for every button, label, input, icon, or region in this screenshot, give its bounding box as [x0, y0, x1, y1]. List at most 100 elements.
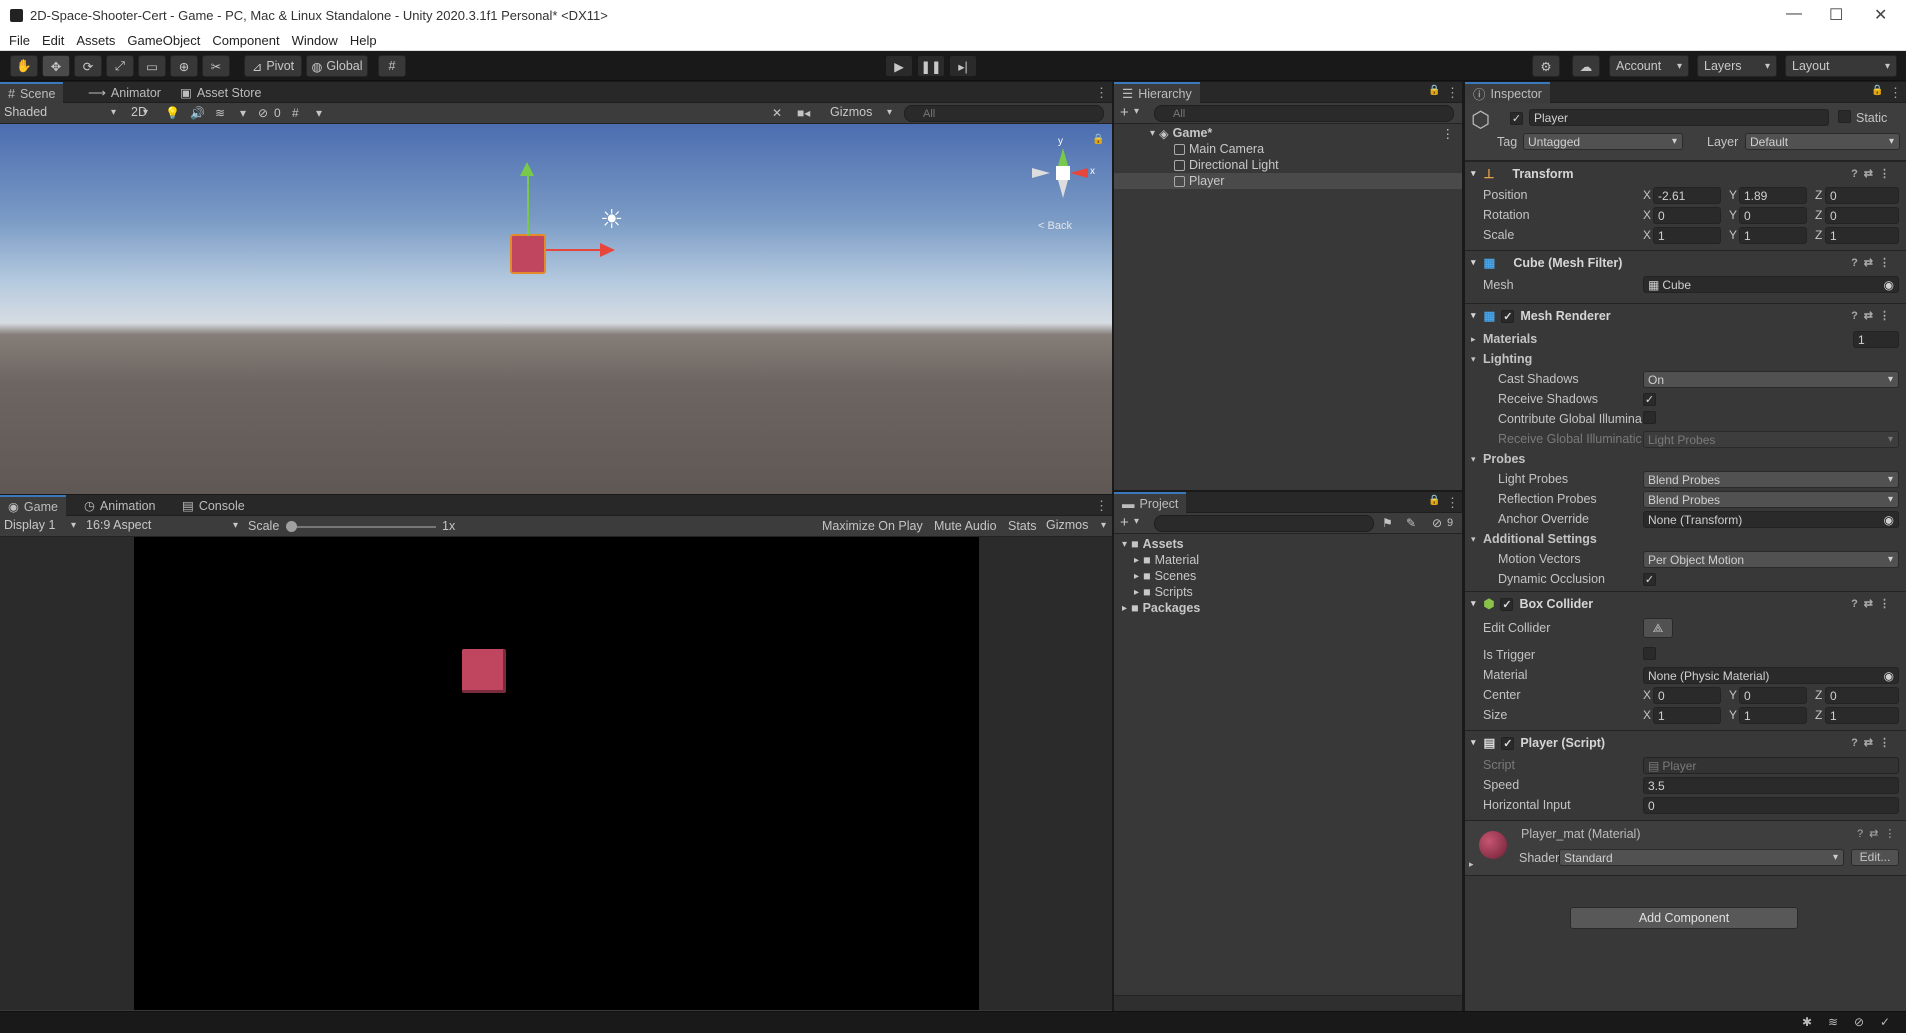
menu-component[interactable]: Component — [212, 33, 279, 48]
more-icon[interactable]: ⋮ — [1889, 85, 1902, 101]
probes-row[interactable]: ▾ Probes — [1465, 449, 1906, 469]
cast-shadows-dropdown[interactable]: On — [1643, 371, 1899, 388]
scale-tool-icon[interactable]: ⤢ — [106, 55, 134, 77]
back-label[interactable]: < Back — [1038, 220, 1072, 232]
edit-collider-button[interactable]: ⟁ — [1643, 618, 1673, 638]
scene-row[interactable]: ▾ ◈ Game* ⋮ — [1114, 125, 1462, 141]
x-arrow-icon[interactable] — [600, 243, 615, 257]
more-icon[interactable]: ⋮ — [1442, 126, 1455, 141]
tab-game[interactable]: ◉ Game — [0, 495, 66, 516]
speed-field[interactable]: 3.5 — [1643, 777, 1899, 794]
audio-icon[interactable]: 🔊 — [190, 106, 205, 120]
aspect-dropdown[interactable]: 16:9 Aspect — [82, 516, 242, 534]
menu-help[interactable]: Help — [350, 33, 377, 48]
enabled-checkbox[interactable]: ✓ — [1501, 309, 1515, 323]
layout-dropdown[interactable]: Layout ▾ — [1785, 55, 1897, 77]
expand-icon[interactable]: ▾ — [1471, 310, 1476, 321]
object-picker-icon[interactable]: ◉ — [1884, 669, 1894, 683]
receive-shadows-checkbox[interactable]: ✓ — [1643, 392, 1656, 406]
size-x-field[interactable]: 1 — [1653, 707, 1721, 724]
motion-vectors-dropdown[interactable]: Per Object Motion — [1643, 551, 1899, 568]
static-dropdown[interactable]: Static — [1856, 111, 1887, 125]
minimize-icon[interactable]: — — [1786, 5, 1802, 23]
materials-count-field[interactable]: 1 — [1853, 331, 1899, 348]
light-probes-dropdown[interactable]: Blend Probes — [1643, 471, 1899, 488]
tab-scene[interactable]: # Scene — [0, 82, 64, 103]
toggle-2d-button[interactable]: 2D — [128, 103, 152, 121]
grid-toggle-icon[interactable]: # — [292, 106, 299, 120]
shading-dropdown[interactable]: Shaded — [0, 103, 120, 121]
more-icon[interactable]: ⋮ — [1446, 495, 1459, 511]
game-viewport[interactable] — [0, 537, 1112, 1010]
collider-material-field[interactable]: None (Physic Material) ◉ — [1643, 667, 1899, 684]
rotation-y-field[interactable]: 0 — [1739, 207, 1807, 224]
tab-console[interactable]: ▤ Console — [174, 495, 253, 516]
mesh-filter-header[interactable]: ▾ ▦ Cube (Mesh Filter) ?⇄⋮ — [1465, 250, 1906, 274]
more-icon[interactable]: ⋮ — [1095, 85, 1108, 101]
pause-button[interactable]: ❚❚ — [917, 55, 945, 77]
active-checkbox[interactable]: ✓ — [1510, 110, 1523, 125]
box-collider-header[interactable]: ▾ ⬢ ✓ Box Collider ?⇄⋮ — [1465, 591, 1906, 615]
scene-orientation-gizmo[interactable]: y x — [1028, 136, 1098, 208]
account-dropdown[interactable]: Account ▾ — [1609, 55, 1689, 77]
mesh-field[interactable]: ▦ Cube ◉ — [1643, 276, 1899, 293]
hierarchy-search-input[interactable]: All — [1154, 105, 1454, 122]
rect-tool-icon[interactable]: ▭ — [138, 55, 166, 77]
lock-icon[interactable]: 🔒 — [1428, 85, 1440, 96]
y-axis-handle[interactable] — [527, 172, 529, 236]
add-component-button[interactable]: Add Component — [1570, 907, 1798, 929]
rotate-tool-icon[interactable]: ⟳ — [74, 55, 102, 77]
grid-snap-icon[interactable]: # — [378, 55, 406, 77]
mute-audio-toggle[interactable]: Mute Audio — [934, 519, 997, 533]
collapse-icon[interactable]: ▸ — [1471, 334, 1476, 345]
close-icon[interactable]: ✕ — [1874, 5, 1887, 25]
reflection-probes-dropdown[interactable]: Blend Probes — [1643, 491, 1899, 508]
tab-animation[interactable]: ◷ Animation — [76, 495, 164, 516]
effects-icon[interactable]: ≋ — [215, 106, 225, 120]
component-help-icons[interactable]: ?⇄⋮ — [1851, 736, 1896, 749]
list-item[interactable]: ▸ ■ Scripts — [1114, 584, 1462, 600]
move-tool-icon[interactable]: ✥ — [42, 55, 70, 77]
more-icon[interactable]: ⋮ — [1446, 85, 1459, 101]
hidden-packages-icon[interactable]: ⊘ — [1432, 516, 1442, 530]
check-icon[interactable]: ✓ — [1880, 1015, 1890, 1029]
auto-generate-icon[interactable]: ⊘ — [1854, 1015, 1864, 1029]
maximize-icon[interactable]: ☐ — [1829, 5, 1843, 25]
collab-icon[interactable]: ⚙ — [1532, 55, 1560, 77]
game-gizmos-dropdown[interactable]: Gizmos — [1042, 516, 1110, 534]
list-item[interactable]: ▸ ■ Scenes — [1114, 568, 1462, 584]
project-search-input[interactable] — [1154, 515, 1374, 532]
tag-dropdown[interactable]: Untagged — [1523, 133, 1683, 150]
chevron-down-icon[interactable]: ▾ — [240, 106, 246, 120]
gizmos-dropdown[interactable]: Gizmos — [826, 103, 896, 121]
create-plus-icon[interactable]: + — [1120, 514, 1129, 531]
component-help-icons[interactable]: ?⇄⋮ — [1851, 597, 1896, 610]
static-checkbox[interactable] — [1838, 110, 1851, 126]
scale-y-field[interactable]: 1 — [1739, 227, 1807, 244]
position-y-field[interactable]: 1.89 — [1739, 187, 1807, 204]
scale-x-field[interactable]: 1 — [1653, 227, 1721, 244]
size-z-field[interactable]: 1 — [1825, 707, 1899, 724]
expand-icon[interactable]: ▾ — [1471, 354, 1476, 365]
expand-icon[interactable]: ▾ — [1471, 168, 1476, 179]
more-icon[interactable]: ⋮ — [1095, 498, 1108, 514]
filter-label-icon[interactable]: ✎ — [1406, 516, 1416, 530]
lighting-icon[interactable]: 💡 — [165, 106, 180, 120]
list-item[interactable]: ▸ ■ Material — [1114, 552, 1462, 568]
play-button[interactable]: ▶ — [885, 55, 913, 77]
scene-search-input[interactable]: All — [904, 105, 1104, 122]
list-item[interactable]: Main Camera — [1114, 141, 1462, 157]
y-arrow-icon[interactable] — [520, 162, 534, 176]
chevron-down-icon[interactable]: ▾ — [1134, 516, 1139, 527]
assets-row[interactable]: ▾ ■ Assets — [1114, 536, 1462, 552]
layers-status-icon[interactable]: ≋ — [1828, 1015, 1838, 1029]
collapse-icon[interactable]: ▸ — [1134, 555, 1139, 566]
maximize-on-play-toggle[interactable]: Maximize On Play — [822, 519, 923, 533]
player-script-header[interactable]: ▾ ▤ ✓ Player (Script) ?⇄⋮ — [1465, 730, 1906, 754]
display-dropdown[interactable]: Display 1 — [0, 516, 80, 534]
edit-shader-button[interactable]: Edit... — [1851, 849, 1899, 866]
global-toggle[interactable]: ◍ Global — [306, 55, 368, 77]
lock-icon[interactable]: 🔒 — [1871, 85, 1883, 96]
component-help-icons[interactable]: ?⇄⋮ — [1851, 309, 1896, 322]
expand-icon[interactable]: ▾ — [1471, 454, 1476, 465]
